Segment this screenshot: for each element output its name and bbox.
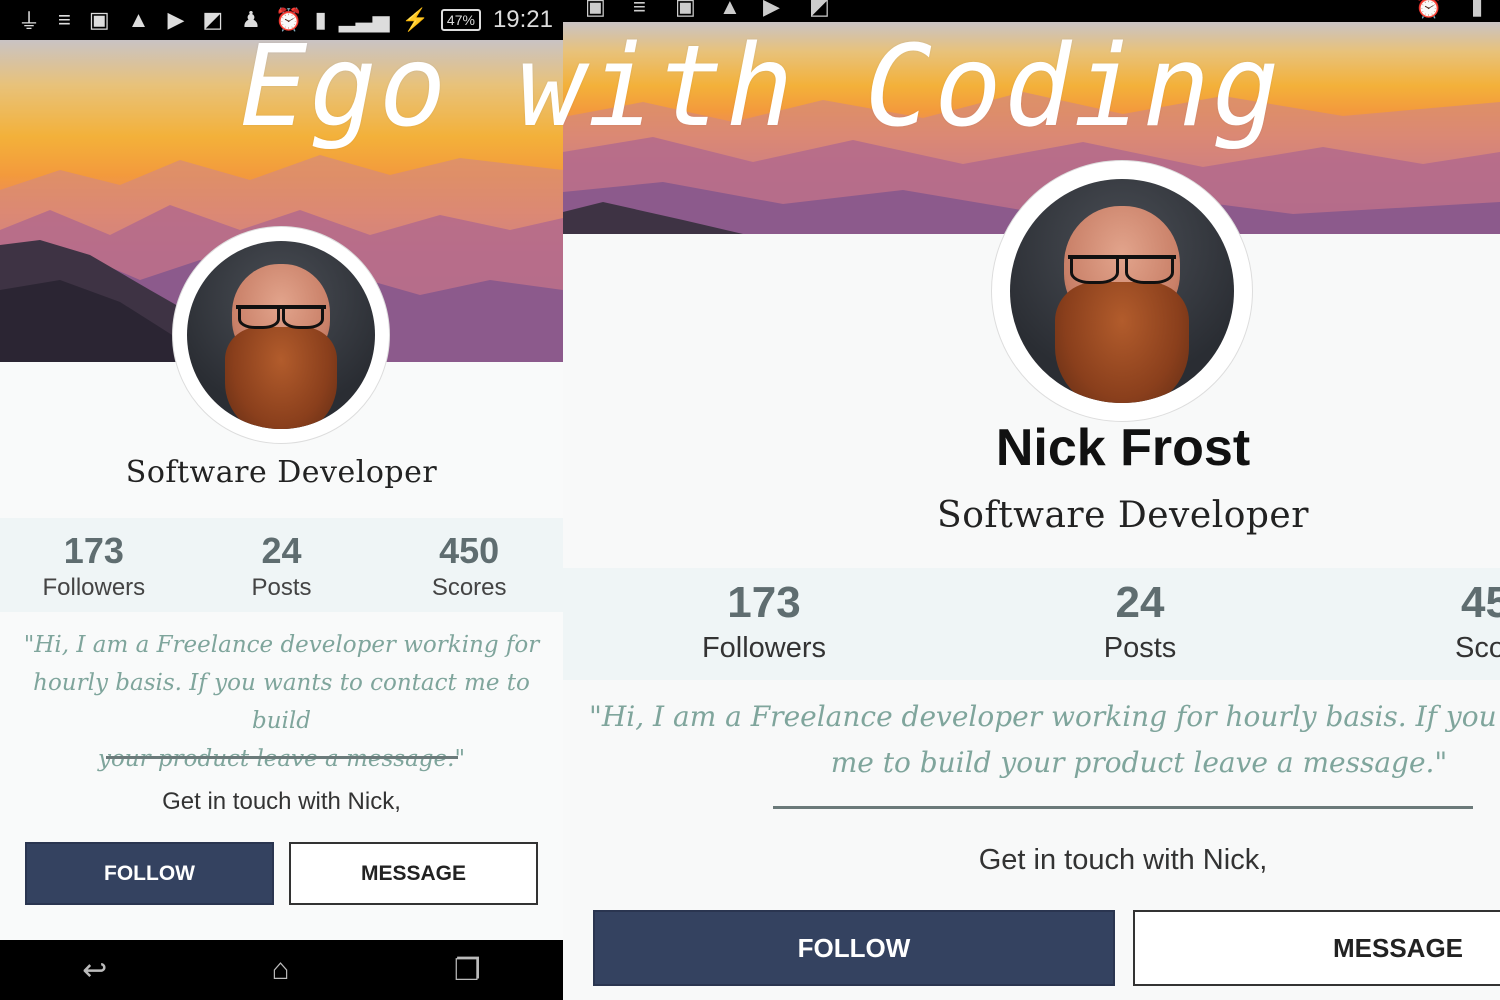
- android-icon: ♟: [241, 7, 261, 32]
- stat-followers[interactable]: 173 Followers: [0, 518, 188, 612]
- bio-quote-line: your product leave a message.": [97, 746, 466, 772]
- phone-screen-left: ⏚ ≡ ▣ ▲ ▶ ◩ ♟ ⏰ ▮ ▂▃▅ ⚡ 47% 19:21 Softwa…: [0, 0, 563, 1000]
- divider: [773, 806, 1473, 809]
- bio-quote-line: "Hi, I am a Freelance developer working …: [589, 700, 1500, 733]
- divider: [106, 756, 458, 759]
- stats-bar: 173 Followers 24 Posts 450 Scores: [563, 568, 1500, 680]
- stat-posts[interactable]: 24 Posts: [1035, 578, 1245, 665]
- bio-quote-line: "Hi, I am a Freelance developer working …: [23, 632, 540, 658]
- bio-quote-line: me to build your product leave a message…: [830, 746, 1448, 779]
- follow-button[interactable]: FOLLOW: [593, 910, 1115, 986]
- contact-prompt: Get in touch with Nick,: [162, 788, 401, 815]
- stat-followers[interactable]: 173 Followers: [659, 578, 869, 665]
- follow-button[interactable]: FOLLOW: [25, 842, 274, 905]
- status-bar: ⏚ ≡ ▣ ▲ ▶ ◩ ♟ ⏰ ▮ ▂▃▅ ⚡ 47% 19:21: [0, 0, 563, 40]
- youtube-icon: ▶: [763, 0, 780, 19]
- stat-value: 173: [63, 530, 124, 571]
- app-icon: ◩: [809, 0, 830, 19]
- stat-label: Scores: [1455, 632, 1500, 664]
- charging-icon: ⚡: [401, 7, 429, 32]
- sim-icon: ▮: [314, 7, 327, 32]
- phone-screen-zoomed: ▣ ≡ ▣ ▲ ▶ ◩ ⏰ ▮ Nick Frost Software Deve…: [563, 0, 1500, 1000]
- recents-icon[interactable]: ❐: [454, 953, 481, 988]
- status-bar-cropped: ▣ ≡ ▣ ▲ ▶ ◩ ⏰ ▮: [563, 0, 1500, 22]
- signal-data-icon: ≡: [58, 7, 71, 32]
- back-icon[interactable]: ↩: [82, 953, 107, 988]
- home-icon[interactable]: ⌂: [272, 953, 290, 987]
- image-icon: ▣: [585, 0, 606, 19]
- youtube-icon: ▶: [167, 7, 185, 32]
- info-icon: ▣: [675, 0, 696, 19]
- stat-value: 450: [439, 530, 500, 571]
- profile-title: Software Developer: [937, 495, 1309, 536]
- stat-scores[interactable]: 450 Scores: [375, 518, 563, 612]
- status-icons-left: ⏚ ≡ ▣ ▲ ▶ ◩ ♟: [18, 4, 261, 36]
- contact-prompt: Get in touch with Nick,: [978, 844, 1268, 876]
- profile-avatar[interactable]: [991, 160, 1253, 422]
- info-icon: ▣: [88, 7, 110, 32]
- profile-title: Software Developer: [125, 455, 438, 490]
- message-button[interactable]: MESSAGE: [289, 842, 538, 905]
- drive-icon: ▲: [719, 0, 741, 19]
- stat-label: Posts: [1103, 632, 1177, 664]
- usb-icon: ⏚: [18, 9, 41, 34]
- alarm-icon: ⏰: [275, 7, 303, 32]
- battery-indicator: 47%: [440, 9, 481, 31]
- cell-signal-icon: ▂▃▅: [338, 7, 390, 32]
- stat-value: 24: [1115, 578, 1165, 627]
- app-icon: ◩: [202, 7, 224, 32]
- status-clock: 19:21: [492, 6, 553, 33]
- stat-scores[interactable]: 450 Scores: [1435, 578, 1500, 665]
- message-button[interactable]: MESSAGE: [1133, 910, 1500, 986]
- profile-name: Nick Frost: [995, 419, 1251, 477]
- drive-icon: ▲: [127, 7, 150, 32]
- stats-bar: 173 Followers 24 Posts 450 Scores: [0, 518, 563, 612]
- android-nav-bar: ↩ ⌂ ❐: [0, 940, 563, 1000]
- alarm-icon: ⏰: [1415, 0, 1443, 19]
- bio-quote-line: hourly basis. If you wants to contact me…: [33, 670, 530, 734]
- stat-label: Posts: [251, 574, 312, 601]
- stat-value: 450: [1461, 578, 1500, 627]
- stat-label: Followers: [42, 574, 146, 601]
- signal-data-icon: ≡: [633, 0, 646, 19]
- profile-avatar[interactable]: [172, 226, 390, 444]
- stat-value: 24: [261, 530, 302, 571]
- bio-quote: "Hi, I am a Freelance developer working …: [589, 694, 1500, 786]
- stat-label: Followers: [701, 632, 827, 664]
- stat-label: Scores: [431, 574, 507, 601]
- avatar-photo: [1010, 179, 1234, 403]
- avatar-photo: [187, 241, 375, 429]
- sim-icon: ▮: [1471, 0, 1484, 19]
- status-icons-right: ⏰ ▮ ▂▃▅ ⚡ 47% 19:21: [275, 6, 553, 34]
- stat-value: 173: [727, 578, 801, 627]
- stat-posts[interactable]: 24 Posts: [188, 518, 376, 612]
